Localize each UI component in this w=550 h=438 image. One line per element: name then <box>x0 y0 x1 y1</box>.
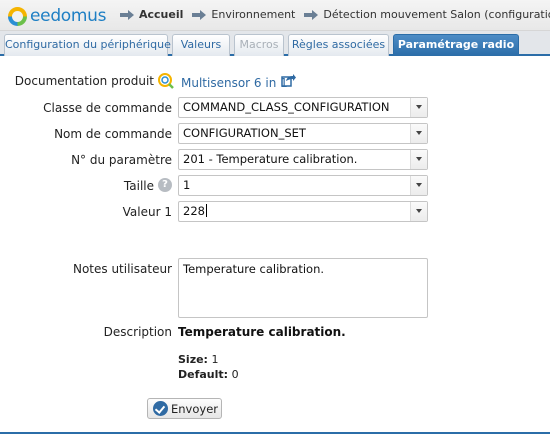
tab-macros: Macros <box>234 34 284 56</box>
description-value: Temperature calibration. <box>178 325 346 339</box>
command-class-value: COMMAND_CLASS_CONFIGURATION <box>183 100 390 114</box>
size-label: Taille <box>123 179 154 193</box>
default-info: Default: 0 <box>178 368 239 381</box>
breadcrumb-item-environnement[interactable]: Environnement <box>192 8 295 21</box>
breadcrumb-label: Détection mouvement Salon (configuration… <box>323 8 550 21</box>
size-select[interactable]: 1 <box>178 175 428 196</box>
command-name-value: CONFIGURATION_SET <box>183 126 306 140</box>
size-value: 1 <box>183 178 191 192</box>
tab-bar: Configuration du périphérique Valeurs Ma… <box>0 31 550 56</box>
tab-configuration[interactable]: Configuration du périphérique <box>4 34 171 56</box>
doc-link[interactable]: Multisensor 6 in 1 <box>181 76 288 90</box>
chevron-down-icon[interactable] <box>410 150 427 169</box>
chevron-down-icon[interactable] <box>410 98 427 117</box>
tab-parametrage-radio[interactable]: Paramétrage radio <box>393 34 519 56</box>
chevron-down-icon[interactable] <box>410 176 427 195</box>
logo-text: eedomus <box>30 6 107 26</box>
arrow-right-icon <box>120 9 134 20</box>
documentation-search-icon <box>158 73 174 89</box>
value1-value[interactable]: 228 <box>183 204 205 218</box>
check-icon <box>153 401 168 416</box>
param-label: N° du paramètre <box>71 153 172 167</box>
size-info: Size: 1 <box>178 353 218 366</box>
command-class-label: Classe de commande <box>43 101 172 115</box>
envoyer-label: Envoyer <box>171 401 219 416</box>
eedomus-logo-icon <box>8 6 27 26</box>
tab-regles[interactable]: Règles associées <box>288 34 389 56</box>
chevron-down-icon[interactable] <box>410 202 427 221</box>
doc-label: Documentation produit <box>14 74 154 88</box>
breadcrumb-label: Environnement <box>211 8 296 21</box>
eedomus-logo[interactable]: eedomus <box>8 5 107 27</box>
value1-label: Valeur 1 <box>122 205 172 219</box>
bottom-divider <box>0 432 550 434</box>
param-value: 201 - Temperature calibration. <box>183 152 358 166</box>
chevron-down-icon[interactable] <box>410 124 427 143</box>
breadcrumb: Accueil Environnement Détection mouvemen… <box>120 8 550 21</box>
envoyer-button[interactable]: Envoyer <box>147 398 222 419</box>
size-info-value: 1 <box>211 353 219 366</box>
default-info-label: Default: <box>178 368 229 381</box>
tab-valeurs[interactable]: Valeurs <box>172 34 230 56</box>
breadcrumb-item-accueil[interactable]: Accueil <box>120 8 183 21</box>
help-icon[interactable]: ? <box>158 178 172 192</box>
default-info-value: 0 <box>231 368 239 381</box>
external-link-icon[interactable] <box>281 73 296 87</box>
notes-label: Notes utilisateur <box>72 262 172 276</box>
arrow-right-icon <box>192 9 207 20</box>
top-header: eedomus Accueil Environnement Détection … <box>0 0 550 31</box>
size-info-label: Size: <box>178 353 208 366</box>
command-name-select[interactable]: CONFIGURATION_SET <box>178 123 428 144</box>
description-label: Description <box>103 325 172 339</box>
command-class-select[interactable]: COMMAND_CLASS_CONFIGURATION <box>178 97 428 118</box>
param-select[interactable]: 201 - Temperature calibration. <box>178 149 428 170</box>
notes-textarea[interactable]: Temperature calibration. <box>178 258 428 318</box>
text-caret <box>205 204 207 217</box>
value1-combobox[interactable]: 228 <box>178 201 428 222</box>
arrow-right-icon <box>304 9 319 20</box>
breadcrumb-label: Accueil <box>139 8 184 21</box>
command-name-label: Nom de commande <box>54 127 172 141</box>
breadcrumb-item-device[interactable]: Détection mouvement Salon (configuration… <box>304 8 550 21</box>
